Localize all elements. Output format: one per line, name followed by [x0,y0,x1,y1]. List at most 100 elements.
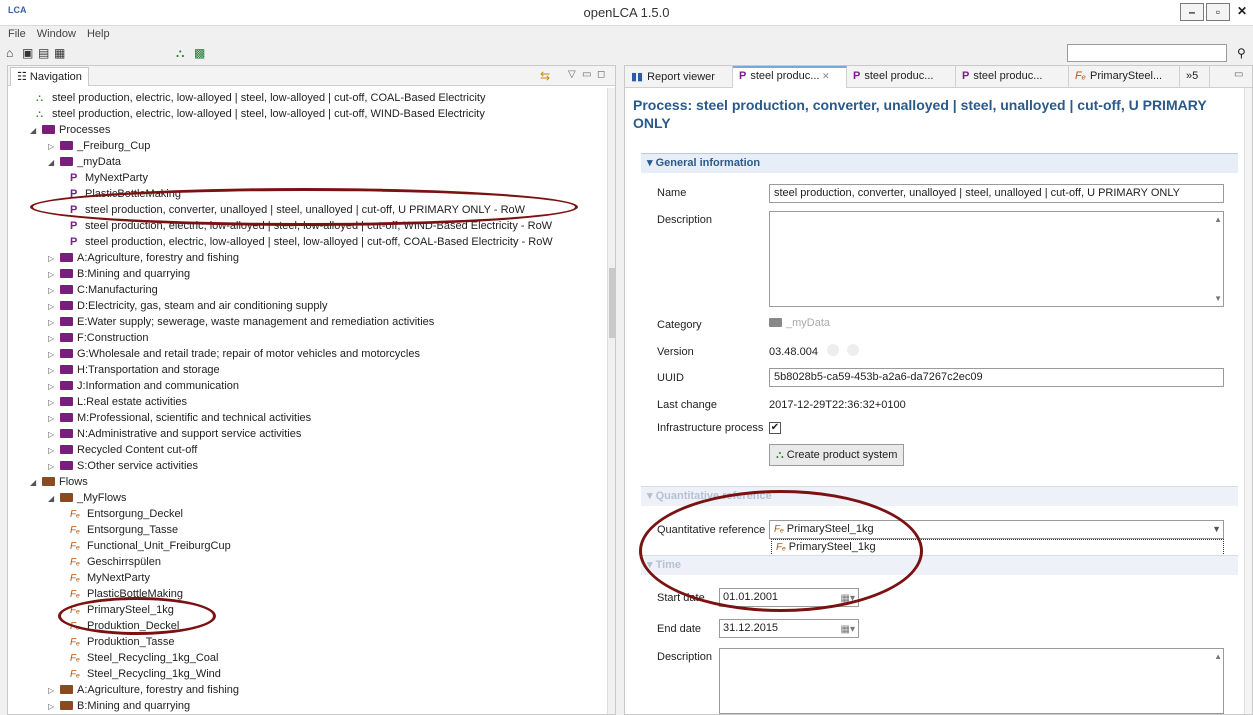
scroll-down-icon[interactable]: ▼ [1214,294,1222,303]
expand-right-icon[interactable]: ▷ [48,283,60,299]
tree-row[interactable]: Psteel production, electric, low-alloyed… [70,234,553,250]
general-info-header[interactable]: ▾ General information [641,153,1238,173]
close-button[interactable]: ✕ [1232,3,1252,21]
editor-scrollbar[interactable] [1244,88,1252,714]
save-as-icon[interactable]: ▤ [38,46,49,60]
tree-row[interactable]: ◢ Processes [30,122,110,138]
tree-row[interactable]: ▷ B:Mining and quarrying [48,698,190,714]
tree-row[interactable]: ▷ E:Water supply; sewerage, waste managem… [48,314,434,330]
tree-row[interactable]: ▷ S:Other service activities [48,458,198,474]
view-menu-icon[interactable]: ▽ [568,69,576,80]
scroll-up-icon[interactable]: ▲ [1214,652,1222,661]
search-icon[interactable]: ⚲ [1237,46,1246,60]
maximize-view-icon[interactable]: ◻ [597,69,605,80]
tree-row[interactable]: ▷ Recycled Content cut-off [48,442,197,458]
tree-row[interactable]: Fₑ Entsorgung_Deckel [70,506,183,522]
expand-right-icon[interactable]: ▷ [48,411,60,427]
expand-right-icon[interactable]: ▷ [48,443,60,459]
expand-down-icon[interactable]: ◢ [48,155,60,171]
expand-right-icon[interactable]: ▷ [48,427,60,443]
time-header[interactable]: ▾ Time [641,555,1238,575]
expand-down-icon[interactable]: ◢ [30,475,42,491]
tree-row[interactable]: Fₑ Functional_Unit_FreiburgCup [70,538,231,554]
tab-navigation[interactable]: ☷ Navigation [10,67,89,86]
menu-help[interactable]: Help [83,26,114,42]
expand-right-icon[interactable]: ▷ [48,363,60,379]
tree-row[interactable]: ◢ _MyFlows [48,490,127,506]
infrastructure-checkbox[interactable]: ✔ [769,422,781,434]
tree-row[interactable]: Fₑ Produktion_Tasse [70,634,174,650]
minimize-view-icon[interactable]: ▭ [1234,69,1243,80]
expand-right-icon[interactable]: ▷ [48,699,60,714]
editor-tab[interactable]: ▮▮ Report viewer [625,66,733,88]
tree-row[interactable]: ▷ B:Mining and quarrying [48,266,190,282]
expand-down-icon[interactable]: ◢ [48,491,60,507]
calendar-icon[interactable]: ▦▾ [841,590,855,607]
time-description-textarea[interactable]: ▲ [719,648,1224,714]
minimize-button[interactable]: – [1180,3,1204,21]
expand-right-icon[interactable]: ▷ [48,331,60,347]
expand-right-icon[interactable]: ▷ [48,379,60,395]
editor-tab[interactable]: Psteel produc... ✕ [733,66,847,88]
scroll-up-icon[interactable]: ▲ [1214,215,1222,224]
expand-right-icon[interactable]: ▷ [48,251,60,267]
tree-row[interactable]: ⛬ steel production, electric, low-alloyed… [36,106,485,122]
description-textarea[interactable]: ▲ ▼ [769,211,1224,307]
tree-row[interactable]: ▷ _Freiburg_Cup [48,138,150,154]
category-value[interactable]: _myData [769,317,830,329]
tree-row[interactable]: Fₑ PrimarySteel_1kg [70,602,174,618]
quantitative-reference-select[interactable]: Fₑ PrimarySteel_1kg ▼ [769,520,1224,539]
editor-tab[interactable]: »5 [1180,66,1210,88]
tree-row[interactable]: ◢ _myData [48,154,121,170]
expand-right-icon[interactable]: ▷ [48,299,60,315]
end-date-field[interactable]: 31.12.2015 ▦▾ [719,619,859,638]
start-date-field[interactable]: 01.01.2001 ▦▾ [719,588,859,607]
link-editor-icon[interactable]: ⇆ [540,69,550,83]
expand-right-icon[interactable]: ▷ [48,395,60,411]
save-all-icon[interactable]: ▦ [54,46,65,60]
tree-row[interactable]: ▷ H:Transportation and storage [48,362,220,378]
expand-down-icon[interactable]: ◢ [30,123,42,139]
tree-row[interactable]: ▷ D:Electricity, gas, steam and air condi… [48,298,327,314]
expand-right-icon[interactable]: ▷ [48,347,60,363]
close-tab-icon[interactable]: ✕ [819,71,830,81]
search-input[interactable] [1067,44,1227,62]
tree-row[interactable]: P PlasticBottleMaking [70,186,181,202]
tree-row[interactable]: ⛬ steel production, electric, low-alloyed… [36,90,485,106]
excel-icon[interactable]: ▩ [194,46,205,60]
tree-row[interactable]: ▷ F:Construction [48,330,149,346]
tree-row[interactable]: ▷ G:Wholesale and retail trade; repair of… [48,346,420,362]
menu-window[interactable]: Window [33,26,80,42]
navigation-scrollbar[interactable] [607,88,615,714]
tree-row[interactable]: Fₑ Produktion_Deckel [70,618,179,634]
tree-row[interactable]: ▷ L:Real estate activities [48,394,187,410]
quantitative-reference-header[interactable]: ▾ Quantitative reference [641,486,1238,506]
tree-row[interactable]: ▷ J:Information and communication [48,378,239,394]
expand-right-icon[interactable]: ▷ [48,459,60,475]
editor-tab[interactable]: Psteel produc... [847,66,956,88]
dropdown-option-primarysteel[interactable]: Fₑ PrimarySteel_1kg [771,539,1224,556]
tree-row[interactable]: ▷ A:Agriculture, forestry and fishing [48,682,239,698]
tree-row[interactable]: Psteel production, electric, low-alloyed… [70,218,552,234]
expand-right-icon[interactable]: ▷ [48,315,60,331]
create-product-system-button[interactable]: ⛬ Create product system [769,444,905,466]
minimize-view-icon[interactable]: ▭ [582,69,591,80]
expand-right-icon[interactable]: ▷ [48,267,60,283]
version-down-icon[interactable] [847,344,859,356]
name-field[interactable]: steel production, converter, unalloyed |… [769,184,1224,203]
version-up-icon[interactable] [827,344,839,356]
tree-row[interactable]: Fₑ Steel_Recycling_1kg_Coal [70,650,218,666]
tree-row[interactable]: Fₑ PlasticBottleMaking [70,586,183,602]
tree-row[interactable]: Psteel production, converter, unalloyed … [70,202,525,218]
uuid-field[interactable]: 5b8028b5-ca59-453b-a2a6-da7267c2ec09 [769,368,1224,387]
product-system-icon[interactable]: ⛬ [176,46,184,61]
tree-row[interactable]: Fₑ Steel_Recycling_1kg_Wind [70,666,221,682]
chevron-down-icon[interactable]: ▼ [1212,521,1221,538]
tree-row[interactable]: ▷ C:Manufacturing [48,282,158,298]
expand-right-icon[interactable]: ▷ [48,683,60,699]
tree-row[interactable]: P MyNextParty [70,170,148,186]
tree-row[interactable]: ◢ Flows [30,474,88,490]
home-icon[interactable]: ⌂ [6,46,13,60]
menu-file[interactable]: File [4,26,30,42]
tree-row[interactable]: Fₑ MyNextParty [70,570,150,586]
